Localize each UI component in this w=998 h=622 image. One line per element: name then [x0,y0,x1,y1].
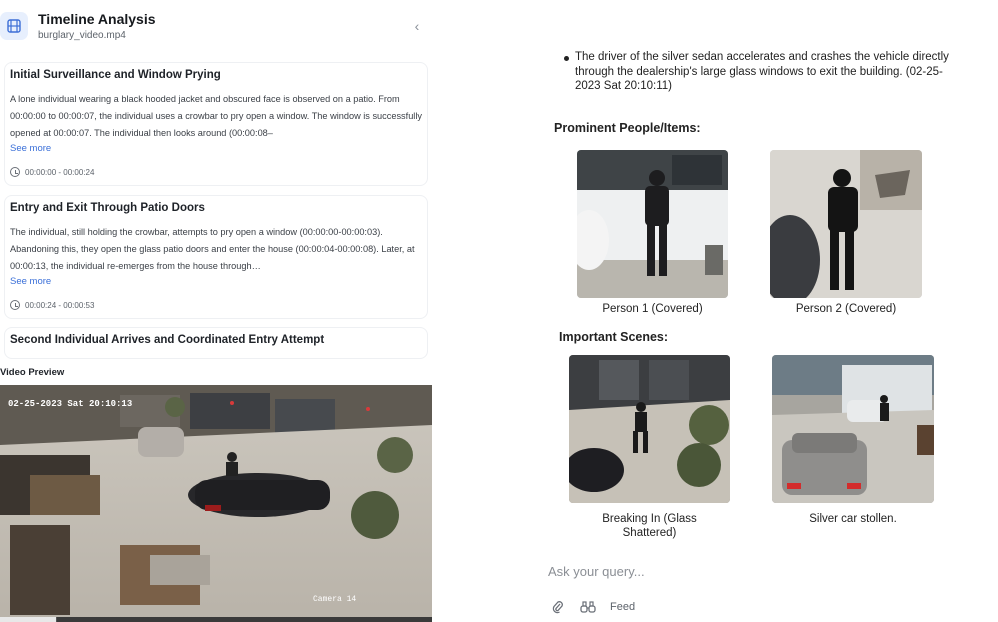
timeline-card[interactable]: Initial Surveillance and Window Prying A… [4,62,428,186]
time-range-label: 00:00:00 - 00:00:24 [25,167,95,177]
time-range: 00:00:24 - 00:00:53 [10,300,94,310]
scene-2-image [772,355,934,503]
file-name: burglary_video.mp4 [38,30,126,41]
panel-header: Timeline Analysis burglary_video.mp4 ‹ [0,0,440,50]
feed-button[interactable]: Feed [610,601,635,613]
scene-2-caption: Silver car stollen. [772,512,934,526]
video-frame: 02-25-2023 Sat 20:10:13 Camera 14 [0,385,432,622]
scene-2-caption-line-1: Silver car stollen. [809,513,897,525]
film-icon [0,12,28,40]
clock-icon [10,300,20,310]
person-2-image [770,150,922,298]
timeline-card-description: A lone individual wearing a black hooded… [10,94,422,138]
time-range-label: 00:00:24 - 00:00:53 [25,300,95,310]
person-2-caption: Person 2 (Covered) [795,303,897,315]
report-bullet: The driver of the silver sedan accelerat… [575,51,949,93]
scene-1-image [569,355,730,503]
scenes-heading: Important Scenes: [559,330,669,344]
timeline-card-title: Entry and Exit Through Patio Doors [10,202,205,214]
video-progress-fill[interactable] [0,617,57,622]
camera-label: Camera 14 [313,595,356,604]
binoculars-icon[interactable] [580,600,596,614]
bullet-marker [564,56,569,61]
scene-1-thumbnail[interactable] [569,355,730,503]
paperclip-icon[interactable] [550,600,566,614]
composer-toolbar: Feed [550,600,635,614]
person-1-thumbnail[interactable] [577,150,728,298]
see-more-link[interactable]: See more [10,276,51,287]
time-range: 00:00:00 - 00:00:24 [10,167,94,177]
see-more-link[interactable]: See more [10,143,51,154]
page-title: Timeline Analysis [38,11,156,27]
scene-2-thumbnail[interactable] [772,355,934,503]
people-heading: Prominent People/Items: [554,121,701,135]
video-preview-label: Video Preview [0,367,65,378]
timeline-card-title: Initial Surveillance and Window Prying [10,69,221,81]
person-1-caption: Person 1 (Covered) [602,303,703,315]
person-2-thumbnail[interactable] [770,150,922,298]
timeline-panel: Timeline Analysis burglary_video.mp4 ‹ I… [0,0,440,622]
clock-icon [10,167,20,177]
video-player[interactable]: 02-25-2023 Sat 20:10:13 Camera 14 [0,385,432,622]
scene-1-caption-line-1: Breaking In (Glass [602,513,697,525]
collapse-panel-icon[interactable]: ‹ [408,17,426,35]
timeline-card-title: Second Individual Arrives and Coordinate… [10,334,325,346]
report-panel: The driver of the silver sedan accelerat… [498,0,998,622]
timeline-card[interactable]: Entry and Exit Through Patio Doors The i… [4,195,428,319]
scene-1-caption-line-2: Shattered) [622,527,677,539]
timeline-card-description: The individual, still holding the crowba… [10,227,415,271]
query-input[interactable]: Ask your query... [548,564,645,579]
scene-1-caption: Breaking In (Glass Shattered) [569,512,730,540]
person-1-image [577,150,728,298]
video-timestamp: 02-25-2023 Sat 20:10:13 [8,399,132,409]
timeline-card[interactable]: Second Individual Arrives and Coordinate… [4,327,428,359]
